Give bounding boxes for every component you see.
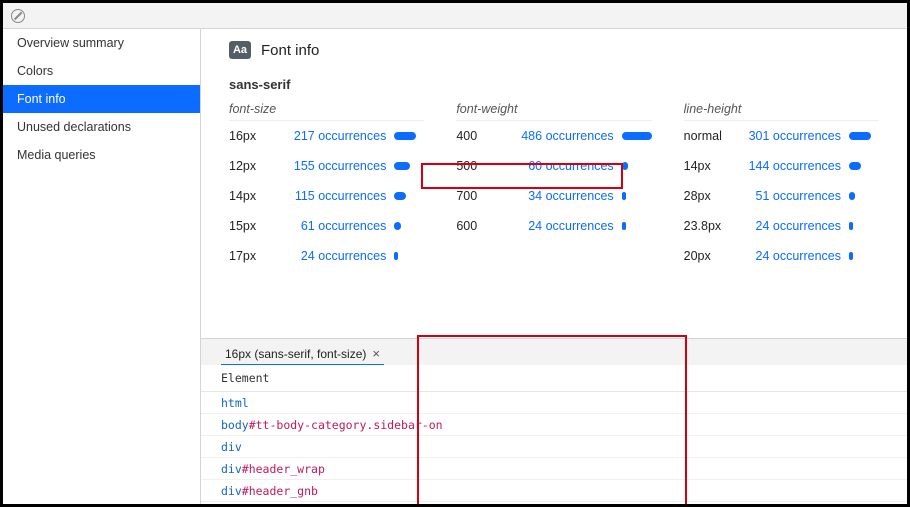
element-tag: div bbox=[221, 462, 242, 476]
occurrence-bar bbox=[394, 252, 424, 260]
occurrence-bar bbox=[849, 192, 879, 200]
value-row[interactable]: 23.8px 24 occurrences bbox=[684, 211, 879, 241]
main: Aa Font info sans-serif font-size 16px 217… bbox=[201, 29, 907, 504]
column-header: line-height bbox=[684, 102, 879, 121]
occurrence-bar bbox=[849, 252, 879, 260]
element-row[interactable]: html bbox=[201, 392, 907, 414]
font-columns: font-size 16px 217 occurrences 12px 155 occu… bbox=[229, 102, 879, 271]
occurrence-bar bbox=[394, 192, 424, 200]
element-selector: #header_wrap bbox=[242, 462, 325, 476]
sidebar-item-colors[interactable]: Colors bbox=[3, 57, 200, 85]
value-label: 14px bbox=[684, 159, 732, 173]
page-title: Font info bbox=[261, 42, 319, 59]
element-tag: div bbox=[221, 440, 242, 454]
detail-tabbar: 16px (sans-serif, font-size) × bbox=[201, 339, 907, 365]
detail-column-header: Element bbox=[201, 365, 907, 392]
value-row[interactable]: 20px 24 occurrences bbox=[684, 241, 879, 271]
detail-tab-label: 16px (sans-serif, font-size) bbox=[225, 347, 366, 361]
element-selector: #tt-body-category.sidebar-on bbox=[249, 418, 443, 432]
value-row[interactable]: 16px 217 occurrences bbox=[229, 121, 424, 151]
occurrence-bar bbox=[394, 162, 424, 170]
value-label: 23.8px bbox=[684, 219, 732, 233]
detail-tab[interactable]: 16px (sans-serif, font-size) × bbox=[221, 343, 384, 366]
value-row[interactable]: 12px 155 occurrences bbox=[229, 151, 424, 181]
occurrences-link[interactable]: 301 occurrences bbox=[740, 129, 841, 143]
element-tag: body bbox=[221, 418, 249, 432]
occurrence-bar bbox=[849, 132, 879, 140]
sidebar: Overview summaryColorsFont infoUnused de… bbox=[3, 29, 201, 504]
occurrence-bar bbox=[394, 132, 424, 140]
occurrence-bar bbox=[849, 222, 879, 230]
occurrence-bar bbox=[622, 222, 652, 230]
detail-tab-content: Element html body#tt-body-category.sideba… bbox=[201, 365, 907, 504]
element-selector: #header_gnb bbox=[242, 484, 318, 498]
value-row[interactable]: 15px 61 occurrences bbox=[229, 211, 424, 241]
value-row[interactable]: 500 60 occurrences bbox=[456, 151, 651, 181]
sidebar-item-font-info[interactable]: Font info bbox=[3, 85, 200, 113]
element-row[interactable]: header bbox=[201, 502, 907, 504]
occurrences-link[interactable]: 217 occurrences bbox=[285, 129, 386, 143]
occurrence-bar bbox=[849, 162, 879, 170]
value-label: 28px bbox=[684, 189, 732, 203]
value-row[interactable]: 28px 51 occurrences bbox=[684, 181, 879, 211]
value-label: 17px bbox=[229, 249, 277, 263]
sidebar-item-unused-declarations[interactable]: Unused declarations bbox=[3, 113, 200, 141]
element-row[interactable]: body#tt-body-category.sidebar-on bbox=[201, 414, 907, 436]
value-label: normal bbox=[684, 129, 732, 143]
value-row[interactable]: 14px 115 occurrences bbox=[229, 181, 424, 211]
occurrence-bar bbox=[622, 162, 652, 170]
occurrences-link[interactable]: 61 occurrences bbox=[285, 219, 386, 233]
element-tag: div bbox=[221, 484, 242, 498]
occurrence-bar bbox=[622, 192, 652, 200]
value-row[interactable]: 400 486 occurrences bbox=[456, 121, 651, 151]
column-header: font-size bbox=[229, 102, 424, 121]
occurrences-link[interactable]: 34 occurrences bbox=[512, 189, 613, 203]
toolbar bbox=[3, 3, 907, 29]
column-font-size: font-size 16px 217 occurrences 12px 155 occu… bbox=[229, 102, 424, 271]
value-row[interactable]: normal 301 occurrences bbox=[684, 121, 879, 151]
value-label: 600 bbox=[456, 219, 504, 233]
occurrences-link[interactable]: 24 occurrences bbox=[512, 219, 613, 233]
element-tag: html bbox=[221, 396, 249, 410]
value-label: 20px bbox=[684, 249, 732, 263]
sidebar-item-overview-summary[interactable]: Overview summary bbox=[3, 29, 200, 57]
occurrences-link[interactable]: 24 occurrences bbox=[740, 219, 841, 233]
element-row[interactable]: div bbox=[201, 436, 907, 458]
value-label: 700 bbox=[456, 189, 504, 203]
value-row[interactable]: 700 34 occurrences bbox=[456, 181, 651, 211]
value-row[interactable]: 600 24 occurrences bbox=[456, 211, 651, 241]
value-label: 500 bbox=[456, 159, 504, 173]
page-header: Aa Font info bbox=[229, 41, 879, 59]
occurrences-link[interactable]: 115 occurrences bbox=[285, 189, 386, 203]
occurrence-bar bbox=[394, 222, 424, 230]
column-header: font-weight bbox=[456, 102, 651, 121]
value-label: 15px bbox=[229, 219, 277, 233]
value-label: 16px bbox=[229, 129, 277, 143]
sidebar-item-media-queries[interactable]: Media queries bbox=[3, 141, 200, 169]
column-font-weight: font-weight 400 486 occurrences 500 60 occur… bbox=[456, 102, 651, 271]
element-row[interactable]: div#header_wrap bbox=[201, 458, 907, 480]
occurrences-link[interactable]: 60 occurrences bbox=[512, 159, 613, 173]
column-line-height: line-height normal 301 occurrences 14px 144 … bbox=[684, 102, 879, 271]
occurrences-link[interactable]: 155 occurrences bbox=[285, 159, 386, 173]
close-icon[interactable]: × bbox=[372, 347, 380, 360]
value-label: 14px bbox=[229, 189, 277, 203]
font-info-icon: Aa bbox=[229, 41, 251, 59]
value-label: 12px bbox=[229, 159, 277, 173]
occurrence-bar bbox=[622, 132, 652, 140]
detail-tabstrip: 16px (sans-serif, font-size) × Element h… bbox=[201, 338, 907, 504]
value-row[interactable]: 17px 24 occurrences bbox=[229, 241, 424, 271]
occurrences-link[interactable]: 24 occurrences bbox=[740, 249, 841, 263]
panel-body: Overview summaryColorsFont infoUnused de… bbox=[3, 29, 907, 504]
value-label: 400 bbox=[456, 129, 504, 143]
value-row[interactable]: 14px 144 occurrences bbox=[684, 151, 879, 181]
font-family-heading: sans-serif bbox=[229, 77, 879, 92]
occurrences-link[interactable]: 51 occurrences bbox=[740, 189, 841, 203]
clear-icon[interactable] bbox=[11, 9, 25, 23]
occurrences-link[interactable]: 486 occurrences bbox=[512, 129, 613, 143]
panel-frame: Overview summaryColorsFont infoUnused de… bbox=[0, 0, 910, 507]
occurrences-link[interactable]: 24 occurrences bbox=[285, 249, 386, 263]
element-row[interactable]: div#header_gnb bbox=[201, 480, 907, 502]
occurrences-link[interactable]: 144 occurrences bbox=[740, 159, 841, 173]
